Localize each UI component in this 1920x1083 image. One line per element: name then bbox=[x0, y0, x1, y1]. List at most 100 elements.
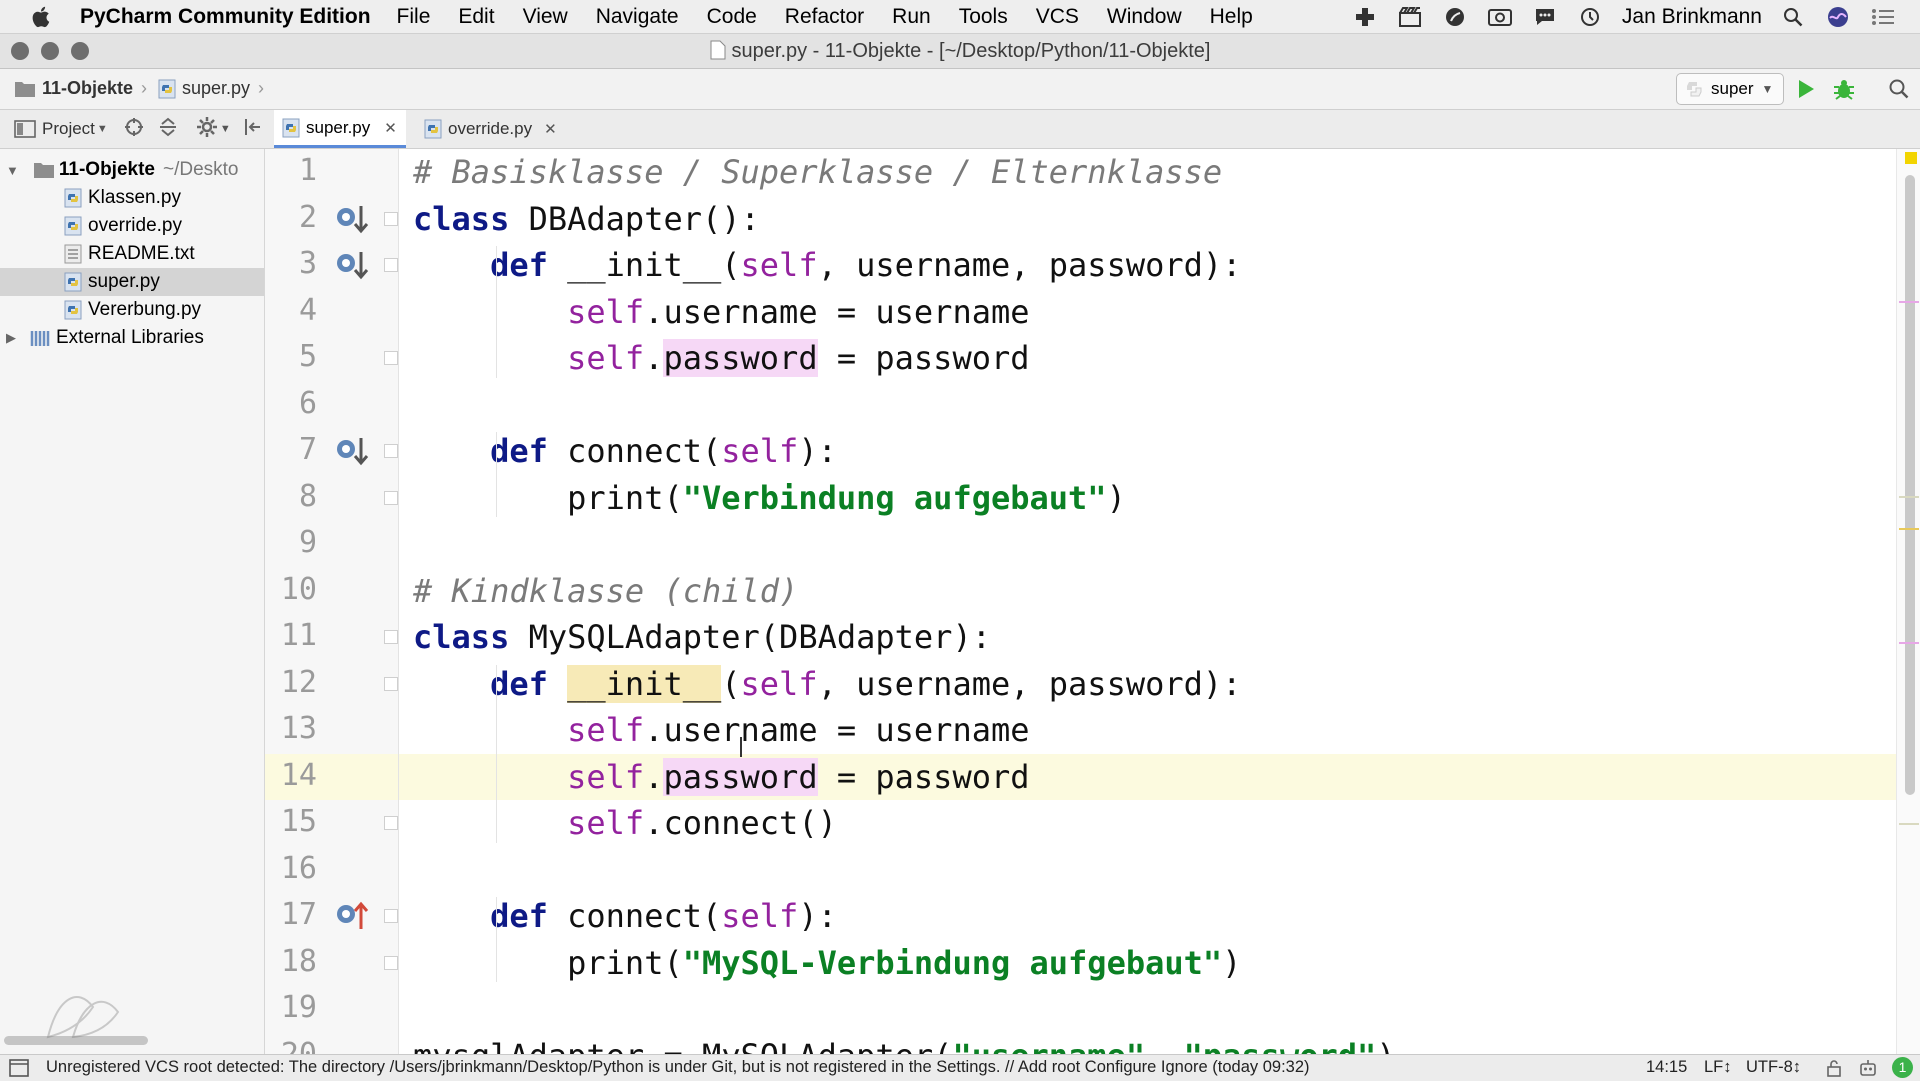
status-message[interactable]: Unregistered VCS root detected: The dire… bbox=[46, 1058, 1310, 1077]
line-number[interactable]: 15 bbox=[265, 804, 317, 839]
camera-icon[interactable] bbox=[1487, 6, 1513, 28]
menu-navigate[interactable]: Navigate bbox=[596, 5, 679, 29]
fold-marker-icon[interactable] bbox=[384, 258, 398, 272]
fold-marker-icon[interactable] bbox=[384, 351, 398, 365]
notification-center-icon[interactable] bbox=[1870, 6, 1896, 28]
editor-scrollbar[interactable] bbox=[1896, 149, 1920, 1054]
line-number[interactable]: 18 bbox=[265, 944, 317, 979]
line-number[interactable]: 1 bbox=[265, 153, 317, 188]
event-log-badge[interactable]: 1 bbox=[1892, 1057, 1913, 1078]
menu-edit[interactable]: Edit bbox=[458, 5, 494, 29]
code-line[interactable]: def connect(self): bbox=[413, 893, 837, 939]
fold-marker-icon[interactable] bbox=[384, 676, 398, 691]
menu-view[interactable]: View bbox=[523, 5, 568, 29]
inspection-status-marker[interactable] bbox=[1905, 152, 1917, 164]
code-line[interactable]: self.connect() bbox=[413, 800, 837, 846]
fold-marker-icon[interactable] bbox=[384, 816, 398, 830]
breadcrumb-project[interactable]: 11-Objekte › bbox=[14, 78, 147, 99]
line-number[interactable]: 4 bbox=[265, 293, 317, 328]
project-view-selector[interactable]: Project bbox=[42, 119, 95, 139]
breadcrumb-file[interactable]: super.py › bbox=[158, 78, 264, 99]
menu-help[interactable]: Help bbox=[1210, 5, 1253, 29]
app-name-menu[interactable]: PyCharm Community Edition bbox=[80, 5, 371, 29]
code-line[interactable]: print("MySQL-Verbindung aufgebaut") bbox=[413, 940, 1241, 986]
code-line[interactable]: class DBAdapter(): bbox=[413, 196, 760, 242]
menu-refactor[interactable]: Refactor bbox=[785, 5, 864, 29]
line-number[interactable]: 19 bbox=[265, 990, 317, 1025]
debug-icon[interactable] bbox=[1832, 77, 1856, 106]
line-number[interactable]: 11 bbox=[265, 618, 317, 653]
line-number[interactable]: 6 bbox=[265, 386, 317, 421]
caret-position[interactable]: 14:15 bbox=[1646, 1058, 1687, 1077]
tree-external-libraries[interactable]: ▶ External Libraries bbox=[0, 324, 264, 352]
expand-arrow-icon[interactable]: ▼ bbox=[6, 163, 19, 178]
code-line[interactable]: # Basisklasse / Superklasse / Elternklas… bbox=[413, 149, 1222, 195]
line-number[interactable]: 8 bbox=[265, 479, 317, 514]
fold-marker-icon[interactable] bbox=[384, 444, 398, 458]
code-line[interactable]: def connect(self): bbox=[413, 428, 837, 474]
lock-icon[interactable] bbox=[1826, 1059, 1842, 1082]
scrollbar-thumb[interactable] bbox=[1905, 175, 1915, 795]
close-tab-icon[interactable]: ✕ bbox=[384, 119, 397, 137]
tree-item-file[interactable]: Vererbung.py bbox=[0, 296, 264, 324]
line-number[interactable]: 16 bbox=[265, 851, 317, 886]
locate-file-icon[interactable] bbox=[124, 117, 144, 142]
menu-window[interactable]: Window bbox=[1107, 5, 1182, 29]
overridden-method-icon[interactable] bbox=[335, 248, 369, 282]
fold-marker-icon[interactable] bbox=[384, 490, 398, 505]
inspector-icon[interactable] bbox=[1858, 1058, 1878, 1083]
line-number[interactable]: 13 bbox=[265, 711, 317, 746]
fold-marker-icon[interactable] bbox=[384, 630, 398, 644]
code-line[interactable]: def __init__(self, username, password): bbox=[413, 242, 1241, 288]
code-line[interactable]: mysqlAdapter = MySQLAdapter("username", … bbox=[413, 1033, 1396, 1055]
code-line[interactable]: # Kindklasse (child) bbox=[413, 568, 798, 614]
code-line[interactable]: def __init__(self, username, password): bbox=[413, 661, 1241, 707]
collapse-all-icon[interactable] bbox=[158, 117, 178, 142]
search-everywhere-icon[interactable] bbox=[1888, 78, 1910, 105]
line-number[interactable]: 10 bbox=[265, 572, 317, 607]
plugin-icon[interactable] bbox=[1352, 6, 1378, 28]
code-editor[interactable]: # Basisklasse / Superklasse / Elternklas… bbox=[399, 149, 1896, 1054]
line-number[interactable]: 5 bbox=[265, 339, 317, 374]
fold-marker-icon[interactable] bbox=[384, 955, 398, 970]
spotlight-search-icon[interactable] bbox=[1780, 6, 1806, 28]
settings-gear-icon[interactable] bbox=[196, 116, 218, 143]
tree-item-file[interactable]: README.txt bbox=[0, 240, 264, 268]
tree-root-folder[interactable]: ▼ 11-Objekte ~/Deskto bbox=[0, 156, 264, 184]
line-number[interactable]: 14 bbox=[265, 758, 317, 793]
tree-item-file[interactable]: override.py bbox=[0, 212, 264, 240]
apple-icon[interactable] bbox=[30, 5, 54, 29]
chevron-down-icon[interactable]: ▼ bbox=[220, 123, 231, 135]
run-icon[interactable] bbox=[1796, 78, 1816, 105]
code-line[interactable]: class MySQLAdapter(DBAdapter): bbox=[413, 614, 991, 660]
time-machine-icon[interactable] bbox=[1577, 6, 1603, 28]
menu-vcs[interactable]: VCS bbox=[1036, 5, 1079, 29]
tab-super-py[interactable]: super.py ✕ bbox=[274, 110, 406, 148]
line-number[interactable]: 2 bbox=[265, 200, 317, 235]
leaf-icon[interactable] bbox=[1442, 6, 1468, 28]
line-separator-selector[interactable]: LF↕ bbox=[1704, 1058, 1732, 1077]
hide-panel-icon[interactable] bbox=[243, 117, 263, 142]
line-number[interactable]: 7 bbox=[265, 432, 317, 467]
code-line[interactable]: self.password = password bbox=[413, 335, 1030, 381]
line-number[interactable]: 12 bbox=[265, 665, 317, 700]
chevron-down-icon[interactable]: ▼ bbox=[97, 123, 108, 135]
code-line[interactable]: print("Verbindung aufgebaut") bbox=[413, 475, 1126, 521]
line-number[interactable]: 9 bbox=[265, 525, 317, 560]
siri-icon[interactable] bbox=[1825, 6, 1851, 28]
menu-file[interactable]: File bbox=[397, 5, 431, 29]
menu-code[interactable]: Code bbox=[707, 5, 757, 29]
fold-marker-icon[interactable] bbox=[384, 211, 398, 226]
tree-item-file[interactable]: Klassen.py bbox=[0, 184, 264, 212]
line-number[interactable]: 17 bbox=[265, 897, 317, 932]
tab-override-py[interactable]: override.py ✕ bbox=[416, 110, 566, 148]
user-name[interactable]: Jan Brinkmann bbox=[1622, 5, 1762, 29]
close-tab-icon[interactable]: ✕ bbox=[544, 120, 557, 138]
overridden-method-icon[interactable] bbox=[335, 434, 369, 468]
fold-marker-icon[interactable] bbox=[384, 909, 398, 923]
menu-tools[interactable]: Tools bbox=[959, 5, 1008, 29]
code-line[interactable]: self.password = password bbox=[413, 754, 1030, 800]
line-number[interactable]: 3 bbox=[265, 246, 317, 281]
encoding-selector[interactable]: UTF-8↕ bbox=[1746, 1058, 1801, 1077]
run-configuration-select[interactable]: super ▼ bbox=[1676, 73, 1784, 105]
